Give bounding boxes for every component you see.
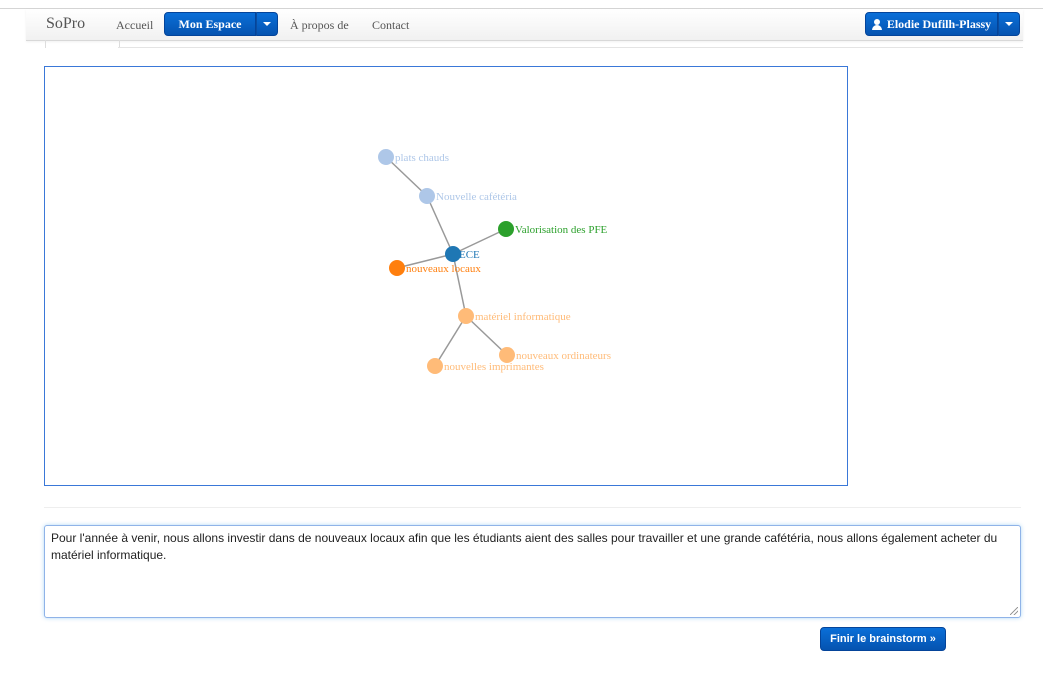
mindmap-node-locaux[interactable]: [389, 260, 405, 276]
textarea-resize-handle[interactable]: [1010, 607, 1018, 615]
summary-textarea[interactable]: Pour l'année à venir, nous allons invest…: [44, 525, 1021, 618]
nav-link-contact[interactable]: Contact: [372, 18, 409, 33]
mindmap-node-label-ece: ECE: [459, 249, 480, 261]
user-dropdown-toggle[interactable]: [998, 12, 1020, 36]
mon-espace-button-group: Mon Espace: [164, 12, 278, 36]
user-button-group: Elodie Dufilh-Plassy: [865, 12, 1020, 36]
brand-logo[interactable]: SoPro: [46, 15, 85, 33]
navbar: SoPro Accueil Mon Espace À propos de Con…: [26, 9, 1023, 41]
caret-down-icon: [1005, 22, 1013, 26]
mindmap-node-label-locaux: nouveaux locaux: [406, 263, 481, 275]
tab-divider: [118, 47, 1023, 48]
user-menu-button[interactable]: Elodie Dufilh-Plassy: [865, 12, 998, 36]
mindmap-node-imprimantes[interactable]: [427, 358, 443, 374]
mindmap-link-cafeteria-ece: [426, 195, 454, 255]
mindmap-node-cafeteria[interactable]: [419, 188, 435, 204]
mindmap-link-materiel-imprimantes: [434, 315, 467, 367]
mon-espace-button[interactable]: Mon Espace: [164, 12, 256, 36]
mon-espace-dropdown-toggle[interactable]: [256, 12, 278, 36]
mindmap-node-label-materiel: matériel informatique: [475, 311, 571, 323]
mindmap-graph[interactable]: plats chauds Nouvelle cafétéria Valorisati…: [45, 67, 849, 487]
active-tab[interactable]: [45, 40, 120, 48]
mindmap-node-pfe[interactable]: [498, 221, 514, 237]
finish-brainstorm-button[interactable]: Finir le brainstorm »: [820, 627, 946, 651]
nav-link-a-propos[interactable]: À propos de: [290, 18, 349, 33]
mindmap-node-label-plats: plats chauds: [395, 152, 449, 164]
user-icon: [871, 18, 882, 30]
mindmap-node-materiel[interactable]: [458, 308, 474, 324]
mindmap-canvas[interactable]: plats chauds Nouvelle cafétéria Valorisati…: [44, 66, 848, 486]
mindmap-node-label-cafeteria: Nouvelle cafétéria: [436, 191, 517, 203]
mindmap-node-plats[interactable]: [378, 149, 394, 165]
nav-link-accueil[interactable]: Accueil: [116, 18, 153, 33]
user-name: Elodie Dufilh-Plassy: [886, 16, 992, 31]
mindmap-node-label-imprimantes: nouvelles imprimantes: [444, 361, 544, 373]
section-divider: [44, 507, 1021, 508]
caret-down-icon: [263, 22, 271, 26]
mindmap-node-label-pfe: Valorisation des PFE: [515, 224, 608, 236]
